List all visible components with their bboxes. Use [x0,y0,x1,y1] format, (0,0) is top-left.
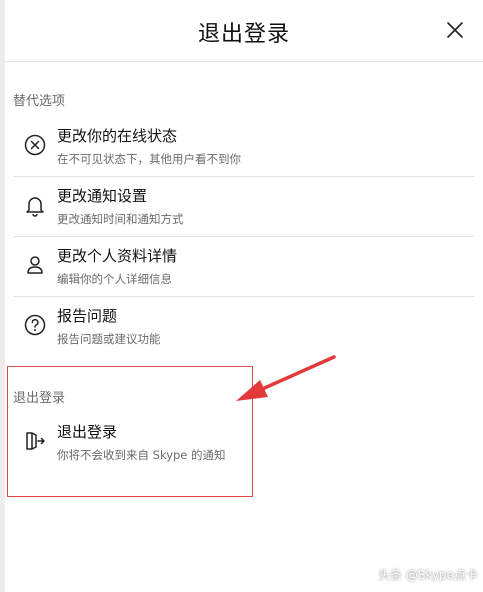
item-subtitle: 更改通知时间和通知方式 [57,212,184,226]
report-problem-item[interactable]: 报告问题 报告问题或建议功能 [13,296,474,356]
annotation-arrow [236,355,336,401]
question-icon [24,314,46,336]
item-title: 报告问题 [57,307,118,325]
person-icon [27,256,43,274]
status-x-icon [24,134,46,156]
item-subtitle: 编辑你的个人详细信息 [57,272,172,286]
section-label-alternatives: 替代选项 [13,94,66,109]
watermark: 头条 @Skype点卡 [378,568,479,582]
item-subtitle: 在不可见状态下，其他用户看不到你 [57,152,241,166]
close-icon [447,22,463,38]
item-title: 更改你的在线状态 [57,127,178,145]
bell-icon [26,197,44,217]
item-title: 更改个人资料详情 [57,247,178,265]
left-edge [0,0,5,592]
dialog-title: 退出登录 [197,22,290,47]
dialog-header: 退出登录 [5,0,483,62]
item-subtitle: 报告问题或建议功能 [57,332,161,346]
change-notifications-item[interactable]: 更改通知设置 更改通知时间和通知方式 [13,176,474,237]
highlight-box [7,366,253,497]
item-title: 更改通知设置 [57,187,148,205]
close-button[interactable] [442,17,468,43]
change-profile-item[interactable]: 更改个人资料详情 编辑你的个人详细信息 [13,236,474,297]
change-status-item[interactable]: 更改你的在线状态 在不可见状态下，其他用户看不到你 [13,116,474,177]
